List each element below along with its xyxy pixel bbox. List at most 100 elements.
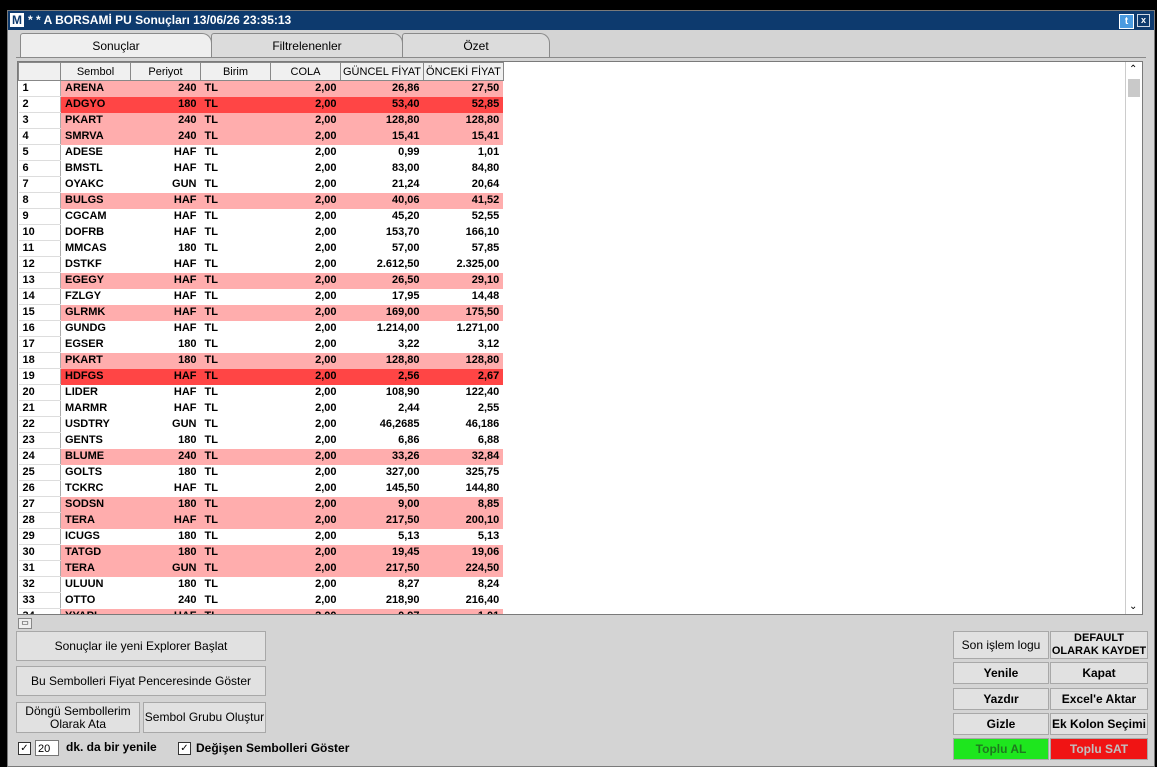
period-cell: GUN (130, 176, 201, 193)
table-row[interactable]: 2 ADGYO 180 TL 2,00 53,40 52,85 (18, 96, 504, 113)
table-row[interactable]: 12 DSTKF HAF TL 2,00 2.612,50 2.325,00 (18, 256, 504, 273)
previous-price-cell: 122,40 (423, 384, 504, 401)
scroll-up-icon[interactable]: ⌃ (1129, 64, 1137, 75)
last-log-button[interactable]: Son işlem logu (953, 631, 1049, 659)
extra-columns-button[interactable]: Ek Kolon Seçimi (1050, 713, 1148, 735)
table-row[interactable]: 20 LIDER HAF TL 2,00 108,90 122,40 (18, 384, 504, 401)
symbol-cell: ADESE (60, 144, 131, 161)
col-header-periyot[interactable]: Periyot (130, 62, 201, 81)
table-row[interactable]: 18 PKART 180 TL 2,00 128,80 128,80 (18, 352, 504, 369)
period-cell: HAF (130, 608, 201, 614)
table-row[interactable]: 8 BULGS HAF TL 2,00 40,06 41,52 (18, 192, 504, 209)
table-row[interactable]: 21 MARMR HAF TL 2,00 2,44 2,55 (18, 400, 504, 417)
current-price-cell: 45,20 (340, 208, 424, 225)
col-header-index[interactable] (18, 62, 61, 81)
print-button[interactable]: Yazdır (953, 688, 1049, 710)
hide-button[interactable]: Gizle (953, 713, 1049, 735)
cola-cell: 2,00 (270, 96, 341, 113)
twitter-icon[interactable]: t (1119, 14, 1134, 29)
bulk-sell-button[interactable]: Toplu SAT (1050, 738, 1148, 760)
title-bar[interactable]: M * * A BORSAMİ PU Sonuçları 13/06/26 23… (8, 11, 1154, 30)
current-price-cell: 19,45 (340, 544, 424, 561)
table-row[interactable]: 34YYAPIHAFTL2,000,971,01 (18, 608, 504, 614)
close-icon[interactable]: x (1137, 14, 1150, 27)
period-cell: 180 (130, 544, 201, 561)
table-row[interactable]: 29 ICUGS 180 TL 2,00 5,13 5,13 (18, 528, 504, 545)
cola-cell: 2,00 (270, 416, 341, 433)
current-price-cell: 26,50 (340, 272, 424, 289)
table-row[interactable]: 4 SMRVA 240 TL 2,00 15,41 15,41 (18, 128, 504, 145)
table-row[interactable]: 5 ADESE HAF TL 2,00 0,99 1,01 (18, 144, 504, 161)
symbol-cell: TCKRC (60, 480, 131, 497)
auto-refresh-checkbox[interactable]: ✓ (18, 742, 31, 755)
bulk-buy-button[interactable]: Toplu AL (953, 738, 1049, 760)
table-row[interactable]: 16 GUNDG HAF TL 2,00 1.214,00 1.271,00 (18, 320, 504, 337)
unit-cell: TL (200, 400, 271, 417)
previous-price-cell: 15,41 (423, 128, 504, 145)
period-cell: HAF (130, 384, 201, 401)
row-number: 9 (18, 208, 61, 225)
table-row[interactable]: 14 FZLGY HAF TL 2,00 17,95 14,48 (18, 288, 504, 305)
table-row[interactable]: 1 ARENA 240 TL 2,00 26,86 27,50 (18, 80, 504, 97)
refresh-minutes-input[interactable]: 20 (35, 740, 59, 756)
row-number: 33 (18, 592, 61, 609)
new-explorer-button[interactable]: Sonuçlar ile yeni Explorer Başlat (16, 631, 266, 661)
close-button[interactable]: Kapat (1050, 662, 1148, 684)
table-row[interactable]: 25 GOLTS 180 TL 2,00 327,00 325,75 (18, 464, 504, 481)
table-row[interactable]: 24 BLUME 240 TL 2,00 33,26 32,84 (18, 448, 504, 465)
col-header-onceki-fiyat[interactable]: ÖNCEKİ FİYAT (423, 62, 504, 81)
table-row[interactable]: 28 TERA HAF TL 2,00 217,50 200,10 (18, 512, 504, 529)
table-row[interactable]: 10 DOFRB HAF TL 2,00 153,70 166,10 (18, 224, 504, 241)
previous-price-cell: 144,80 (423, 480, 504, 497)
table-row[interactable]: 22 USDTRY GUN TL 2,00 46,2685 46,186 (18, 416, 504, 433)
table-row[interactable]: 9 CGCAM HAF TL 2,00 45,20 52,55 (18, 208, 504, 225)
symbol-cell: HDFGS (60, 368, 131, 385)
table-row[interactable]: 7 OYAKC GUN TL 2,00 21,24 20,64 (18, 176, 504, 193)
table-row[interactable]: 3 PKART 240 TL 2,00 128,80 128,80 (18, 112, 504, 129)
row-number: 26 (18, 480, 61, 497)
unit-cell: TL (200, 304, 271, 321)
col-header-sembol[interactable]: Sembol (60, 62, 131, 81)
symbol-group-button[interactable]: Sembol Grubu Oluştur (143, 702, 266, 733)
table-row[interactable]: 19 HDFGS HAF TL 2,00 2,56 2,67 (18, 368, 504, 385)
tab-ozet[interactable]: Özet (402, 33, 550, 57)
col-header-birim[interactable]: Birim (200, 62, 271, 81)
period-cell: HAF (130, 288, 201, 305)
symbol-cell: LIDER (60, 384, 131, 401)
unit-cell: TL (200, 144, 271, 161)
show-in-price-window-button[interactable]: Bu Sembolleri Fiyat Penceresinde Göster (16, 666, 266, 696)
scroll-thumb[interactable] (1128, 79, 1140, 97)
collapse-icon[interactable]: ▭ (18, 618, 32, 629)
col-header-cola[interactable]: COLA (270, 62, 341, 81)
show-changed-checkbox[interactable]: ✓ (178, 742, 191, 755)
unit-cell: TL (200, 416, 271, 433)
symbol-cell: ULUUN (60, 576, 131, 593)
table-row[interactable]: 23 GENTS 180 TL 2,00 6,86 6,88 (18, 432, 504, 449)
unit-cell: TL (200, 192, 271, 209)
table-row[interactable]: 11 MMCAS 180 TL 2,00 57,00 57,85 (18, 240, 504, 257)
table-row[interactable]: 33 OTTO 240 TL 2,00 218,90 216,40 (18, 592, 504, 609)
table-row[interactable]: 30 TATGD 180 TL 2,00 19,45 19,06 (18, 544, 504, 561)
previous-price-cell: 5,13 (423, 528, 504, 545)
excel-export-button[interactable]: Excel'e Aktar (1050, 688, 1148, 710)
table-row[interactable]: 27 SODSN 180 TL 2,00 9,00 8,85 (18, 496, 504, 513)
cola-cell: 2,00 (270, 240, 341, 257)
loop-symbols-button[interactable]: Döngü Sembollerim Olarak Ata (16, 702, 140, 733)
table-row[interactable]: 15 GLRMK HAF TL 2,00 169,00 175,50 (18, 304, 504, 321)
row-number: 18 (18, 352, 61, 369)
results-grid[interactable]: Sembol Periyot Birim COLA GÜNCEL FİYAT Ö… (17, 61, 1143, 615)
col-header-guncel-fiyat[interactable]: GÜNCEL FİYAT (339, 62, 425, 81)
tab-sonuclar[interactable]: Sonuçlar (20, 33, 212, 57)
tab-filtrelenenler[interactable]: Filtrelenenler (211, 33, 403, 57)
scroll-down-icon[interactable]: ⌄ (1129, 601, 1137, 612)
table-row[interactable]: 31 TERA GUN TL 2,00 217,50 224,50 (18, 560, 504, 577)
save-default-button[interactable]: DEFAULT OLARAK KAYDET (1050, 631, 1148, 659)
table-row[interactable]: 26 TCKRC HAF TL 2,00 145,50 144,80 (18, 480, 504, 497)
refresh-button[interactable]: Yenile (953, 662, 1049, 684)
table-row[interactable]: 13 EGEGY HAF TL 2,00 26,50 29,10 (18, 272, 504, 289)
vertical-scrollbar[interactable]: ⌃ ⌄ (1125, 62, 1142, 614)
table-row[interactable]: 17 EGSER 180 TL 2,00 3,22 3,12 (18, 336, 504, 353)
table-row[interactable]: 32 ULUUN 180 TL 2,00 8,27 8,24 (18, 576, 504, 593)
symbol-cell: TERA (60, 560, 131, 577)
table-row[interactable]: 6 BMSTL HAF TL 2,00 83,00 84,80 (18, 160, 504, 177)
